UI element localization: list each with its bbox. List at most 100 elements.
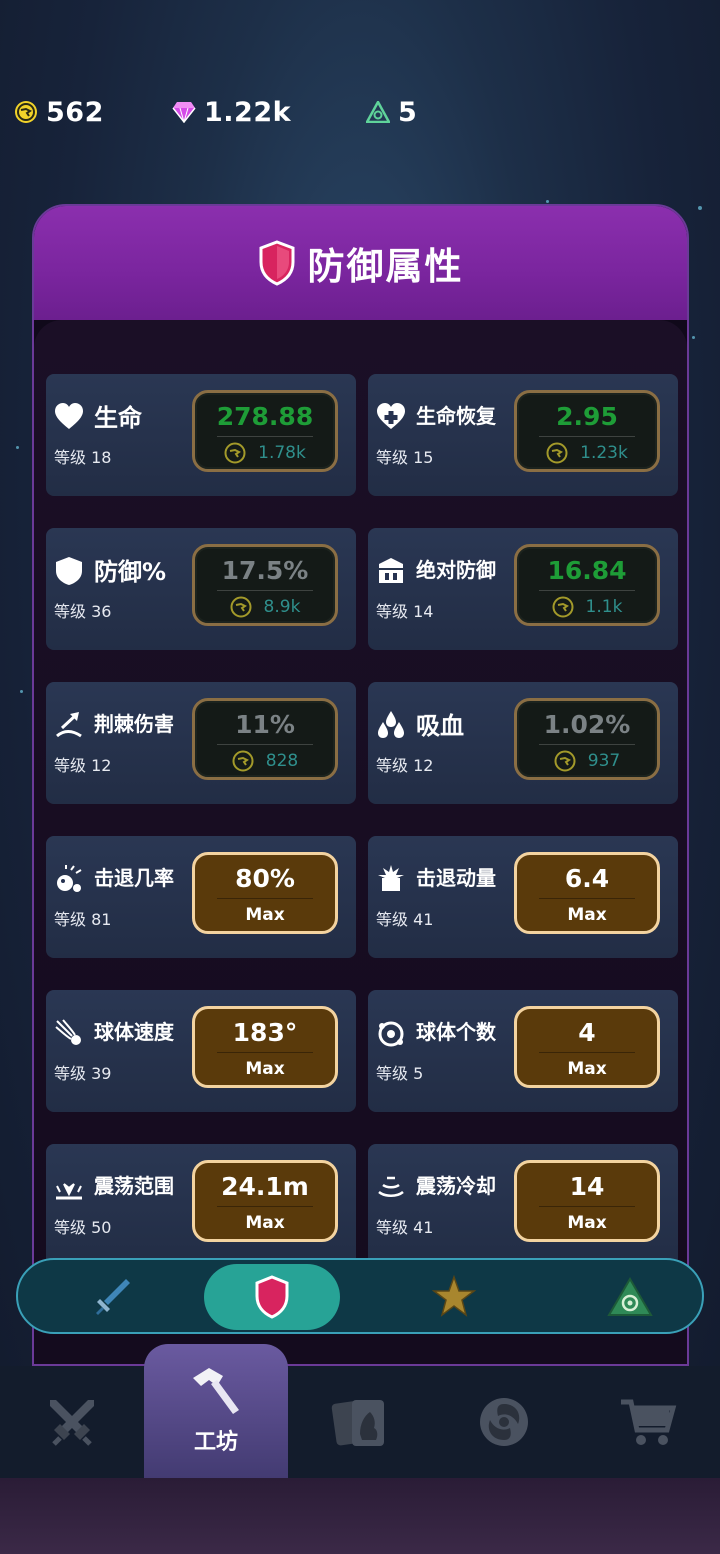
upgrade-cost: 8.9k	[195, 596, 335, 618]
stat-card-knockback-chance: 击退几率 等级 81 80% Max	[46, 836, 356, 958]
max-label: Max	[245, 1059, 285, 1079]
panel-header: 防御属性	[34, 206, 687, 320]
nav-shop[interactable]	[576, 1366, 720, 1478]
stat-name: 震荡范围	[94, 1174, 174, 1198]
maxed-stat-box: 14 Max	[514, 1160, 660, 1242]
stat-name: 绝对防御	[416, 558, 496, 582]
stat-name: 荆棘伤害	[94, 712, 174, 736]
cards-icon	[331, 1400, 384, 1446]
stat-level: 等级 14	[376, 602, 434, 621]
panel-title: 防御属性	[307, 245, 464, 288]
stat-value: 4	[578, 1018, 596, 1047]
stat-level: 等级 41	[376, 1218, 434, 1237]
cost-value: 1.23k	[580, 443, 628, 463]
upgrade-cost: 828	[195, 750, 335, 772]
nav-portal[interactable]	[432, 1366, 576, 1478]
upgrade-cost: 1.1k	[517, 596, 657, 618]
divider	[217, 744, 313, 745]
stat-card-orb-count: 球体个数 等级 5 4 Max	[368, 990, 678, 1112]
triangle-token-icon	[366, 101, 390, 123]
footer-background	[0, 1478, 720, 1554]
heart-plus-icon	[377, 403, 405, 429]
stat-value: 80%	[235, 864, 295, 893]
gold-coin-icon	[546, 442, 568, 464]
divider	[217, 1206, 313, 1207]
tab-attack[interactable]	[44, 1264, 180, 1330]
upgrade-button[interactable]: 16.84 1.1k	[514, 544, 660, 626]
stat-value: 24.1m	[221, 1172, 309, 1201]
sparkle	[20, 690, 23, 693]
stat-name: 生命恢复	[416, 404, 496, 428]
thorns-icon	[56, 712, 82, 738]
gold-value: 562	[46, 96, 104, 128]
tab-defense[interactable]	[204, 1264, 340, 1330]
stat-value: 6.4	[564, 864, 610, 893]
shield-icon	[259, 240, 294, 286]
divider	[539, 436, 635, 437]
stat-card-lifesteal: 吸血 等级 12 1.02% 937	[368, 682, 678, 804]
max-label: Max	[245, 1213, 285, 1233]
gold-coin-icon	[232, 750, 254, 772]
upgrade-button[interactable]: 1.02% 937	[514, 698, 660, 780]
tab-utility[interactable]	[386, 1264, 522, 1330]
stat-card-health: 生命 等级 18 278.88 1.78k	[46, 374, 356, 496]
gold-coin-icon	[224, 442, 246, 464]
stat-value: 16.84	[547, 556, 627, 585]
comet-icon	[55, 1019, 81, 1045]
upgrade-button[interactable]: 2.95 1.23k	[514, 390, 660, 472]
tab-special[interactable]	[562, 1264, 698, 1330]
cost-value: 828	[265, 751, 299, 771]
category-tab-bar	[16, 1258, 704, 1334]
divider	[539, 1052, 635, 1053]
gold-counter: 562	[14, 92, 104, 132]
cost-value: 8.9k	[263, 597, 301, 617]
stat-name: 防御%	[94, 558, 167, 586]
max-label: Max	[567, 1213, 607, 1233]
maxed-stat-box: 183° Max	[192, 1006, 338, 1088]
cost-value: 1.78k	[258, 443, 306, 463]
maxed-stat-box: 6.4 Max	[514, 852, 660, 934]
nav-workshop[interactable]: 工坊	[144, 1344, 288, 1478]
maxed-stat-box: 80% Max	[192, 852, 338, 934]
stat-name: 生命	[94, 404, 142, 432]
gem-icon	[172, 102, 196, 123]
gem-counter: 1.22k	[172, 92, 291, 132]
divider	[539, 744, 635, 745]
gold-coin-icon	[554, 750, 576, 772]
max-label: Max	[567, 1059, 607, 1079]
stat-level: 等级 15	[376, 448, 434, 467]
portal-icon	[480, 1398, 528, 1446]
stat-name: 球体速度	[94, 1020, 174, 1044]
shield-icon	[56, 557, 82, 585]
divider	[539, 898, 635, 899]
nav-cards[interactable]	[288, 1366, 432, 1478]
knockback-icon	[57, 865, 82, 892]
upgrade-cost: 1.78k	[195, 442, 335, 464]
stat-card-defense-percent: 防御% 等级 36 17.5% 8.9k	[46, 528, 356, 650]
sparkle	[546, 200, 549, 203]
stat-card-thorns: 荆棘伤害 等级 12 11% 828	[46, 682, 356, 804]
maxed-stat-box: 24.1m Max	[192, 1160, 338, 1242]
currency-bar: 562 1.22k 5	[14, 92, 706, 132]
stat-card-orb-speed: 球体速度 等级 39 183° Max	[46, 990, 356, 1112]
stat-name: 击退动量	[416, 866, 496, 890]
upgrade-button[interactable]: 17.5% 8.9k	[192, 544, 338, 626]
orbit-icon	[378, 1021, 404, 1047]
star-icon	[432, 1275, 476, 1317]
stat-value: 183°	[232, 1018, 298, 1047]
stat-value: 278.88	[216, 402, 314, 431]
stat-card-health-regen: 生命恢复 等级 15 2.95 1.23k	[368, 374, 678, 496]
nav-battle[interactable]	[0, 1366, 144, 1478]
sword-icon	[96, 1279, 130, 1315]
token-counter: 5	[366, 92, 417, 132]
eye-triangle-icon	[607, 1277, 653, 1316]
sparkle	[692, 336, 695, 339]
stat-level: 等级 81	[54, 910, 112, 929]
stat-value: 11%	[235, 710, 295, 739]
sparkle	[698, 206, 702, 210]
cart-icon	[621, 1399, 677, 1445]
upgrade-button[interactable]: 278.88 1.78k	[192, 390, 338, 472]
upgrade-button[interactable]: 11% 828	[192, 698, 338, 780]
divider	[217, 1052, 313, 1053]
stat-value: 2.95	[556, 402, 618, 431]
